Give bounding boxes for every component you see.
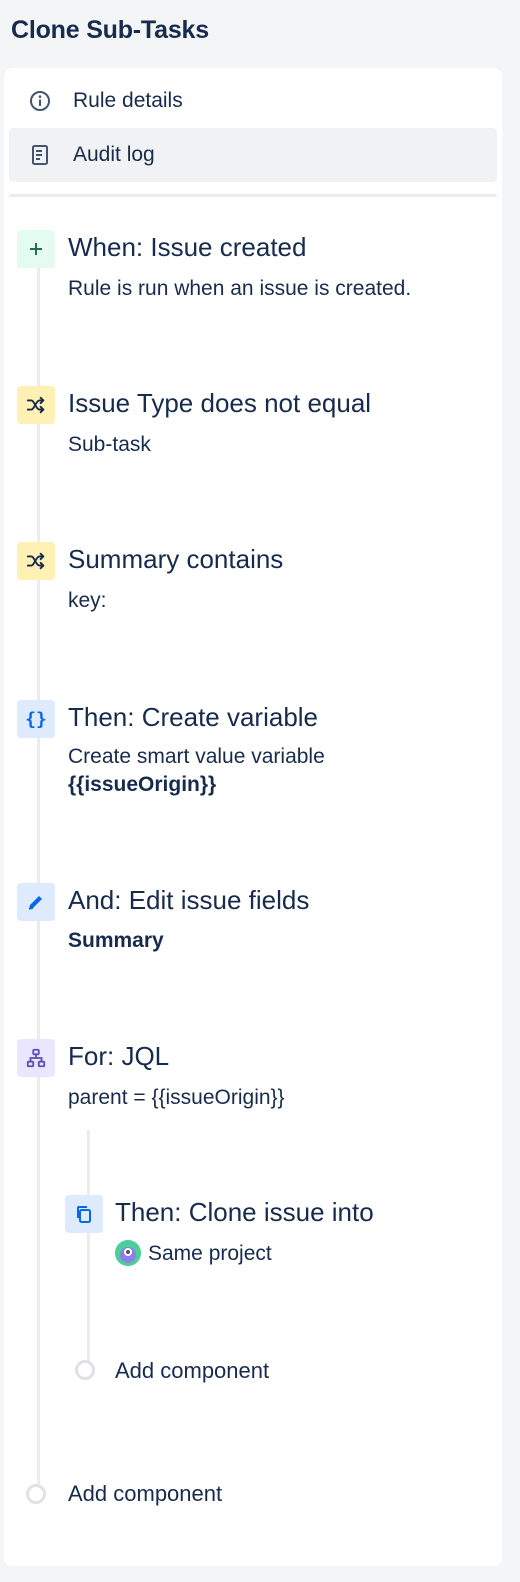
rule-rail <box>37 264 40 1484</box>
menu-item-label: Rule details <box>73 89 183 112</box>
trigger-title[interactable]: When: Issue created <box>68 232 306 263</box>
menu-item-rule-details[interactable]: Rule details <box>9 74 497 128</box>
add-component-button[interactable]: Add component <box>115 1358 269 1384</box>
branch-description: parent = {{issueOrigin}} <box>68 1086 285 1109</box>
page-title: Clone Sub-Tasks <box>11 16 209 44</box>
add-component-node[interactable] <box>26 1484 46 1504</box>
action-title[interactable]: And: Edit issue fields <box>68 885 309 916</box>
plus-icon[interactable] <box>17 230 55 268</box>
copy-icon[interactable] <box>65 1195 103 1233</box>
add-component-node[interactable] <box>75 1360 95 1380</box>
project-avatar-icon <box>115 1240 141 1266</box>
add-component-button[interactable]: Add component <box>68 1481 222 1507</box>
shuffle-icon[interactable] <box>17 542 55 580</box>
condition-title[interactable]: Issue Type does not equal <box>68 388 371 419</box>
action-title[interactable]: Then: Create variable <box>68 702 318 733</box>
project-name: Same project <box>148 1242 272 1265</box>
trigger-description: Rule is run when an issue is created. <box>68 277 412 300</box>
condition-description: Sub-task <box>68 433 151 456</box>
pencil-icon[interactable] <box>17 883 55 921</box>
hierarchy-icon[interactable] <box>17 1039 55 1077</box>
variable-name: {{issueOrigin}} <box>68 773 217 796</box>
document-icon <box>27 142 53 168</box>
info-icon <box>27 88 53 114</box>
menu-item-label: Audit log <box>73 143 155 166</box>
rule-editor-panel: Rule details Audit log When: Issue creat… <box>4 68 502 1566</box>
branch-title[interactable]: For: JQL <box>68 1041 169 1072</box>
divider <box>9 194 497 197</box>
braces-icon[interactable]: {} <box>17 700 55 738</box>
condition-description: key: <box>68 589 107 612</box>
branch-rail <box>87 1130 90 1362</box>
action-description: Create smart value variable <box>68 745 325 768</box>
action-description: Summary <box>68 929 164 952</box>
menu-item-audit-log[interactable]: Audit log <box>9 128 497 182</box>
condition-title[interactable]: Summary contains <box>68 544 283 575</box>
shuffle-icon[interactable] <box>17 386 55 424</box>
clone-action-title[interactable]: Then: Clone issue into <box>115 1197 374 1228</box>
